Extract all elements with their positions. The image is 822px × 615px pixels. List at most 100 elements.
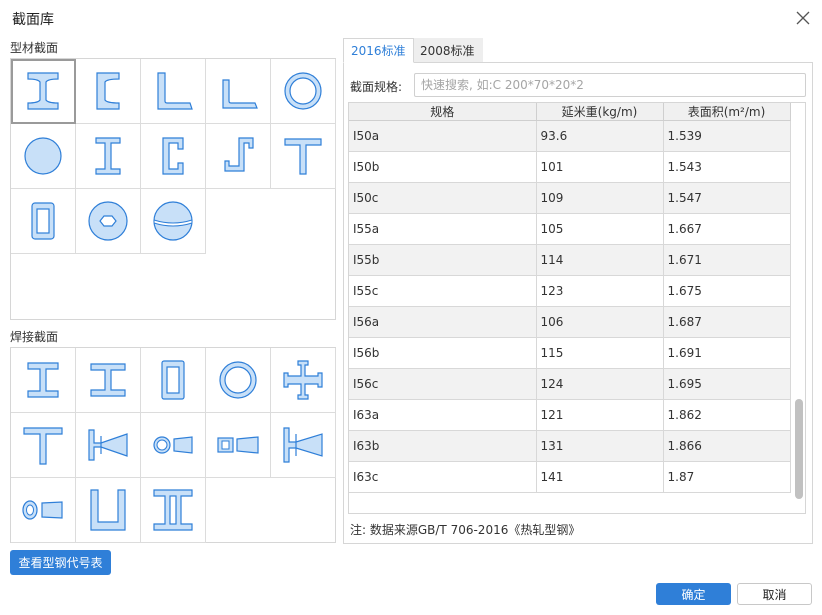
welded-cell-cross[interactable]: [271, 348, 336, 413]
table-row[interactable]: I63a 121 1.862: [349, 399, 791, 431]
table-row[interactable]: I55c 123 1.675: [349, 275, 791, 307]
table-scrollbar[interactable]: [793, 103, 803, 513]
channel-icon: [96, 72, 120, 110]
cell-weight: 114: [536, 244, 664, 276]
welded-cell-t[interactable]: [11, 413, 76, 478]
table-row[interactable]: I55a 105 1.667: [349, 213, 791, 245]
profile-cell-unequal-angle[interactable]: [206, 59, 271, 124]
welded-cell-u-section[interactable]: [76, 478, 141, 543]
cell-spec: I50b: [349, 151, 537, 183]
table-row[interactable]: I56a 106 1.687: [349, 306, 791, 338]
tab-2008-standard[interactable]: 2008标准: [412, 38, 483, 63]
profile-cell-channel[interactable]: [76, 59, 141, 124]
profiles-section-label: 型材截面: [10, 41, 59, 55]
cell-area: 1.667: [663, 213, 791, 245]
equal-angle-icon: [157, 72, 193, 110]
close-icon[interactable]: [796, 11, 810, 25]
cell-weight: 106: [536, 306, 664, 338]
table-row[interactable]: I63b 131 1.866: [349, 430, 791, 462]
i-beam-icon: [27, 72, 59, 110]
profile-cell-rect-tube[interactable]: [11, 189, 76, 254]
cell-area: 1.687: [663, 306, 791, 338]
welded-cell-ring[interactable]: [206, 348, 271, 413]
welded-box-icon: [161, 360, 185, 400]
tapered-i-icon: [88, 429, 128, 461]
welded-cell-tapered-i[interactable]: [76, 413, 141, 478]
welded-i-icon: [27, 362, 59, 398]
cell-area: 1.675: [663, 275, 791, 307]
profile-cell-hex-hole-disc[interactable]: [76, 189, 141, 254]
cell-spec: I55a: [349, 213, 537, 245]
cell-area: 1.866: [663, 430, 791, 462]
c-channel-icon: [162, 137, 184, 175]
profile-cell-h-beam[interactable]: [76, 124, 141, 189]
tab-2016-standard[interactable]: 2016标准: [343, 38, 414, 63]
cell-weight: 131: [536, 430, 664, 462]
cell-weight: 141: [536, 461, 664, 493]
cell-area: 1.87: [663, 461, 791, 493]
welded-t-icon: [23, 427, 63, 465]
profiles-grid: [10, 58, 336, 320]
welded-ring-icon: [219, 361, 257, 399]
cell-weight: 101: [536, 151, 664, 183]
table-row[interactable]: I56c 124 1.695: [349, 368, 791, 400]
welded-cell-tapered-round[interactable]: [141, 413, 206, 478]
profile-cell-z-section[interactable]: [206, 124, 271, 189]
welded-grid: [10, 347, 336, 543]
h-beam-icon: [95, 137, 121, 175]
cell-spec: I56a: [349, 306, 537, 338]
header-area[interactable]: 表面积(m²/m): [663, 103, 791, 121]
cell-area: 1.543: [663, 151, 791, 183]
welded-cell-double-channel[interactable]: [141, 478, 206, 543]
table-row[interactable]: I50b 101 1.543: [349, 151, 791, 183]
ok-button[interactable]: 确定: [656, 583, 731, 605]
welded-cell-i[interactable]: [11, 348, 76, 413]
welded-cell-box[interactable]: [141, 348, 206, 413]
table-row[interactable]: I50c 109 1.547: [349, 182, 791, 214]
unequal-angle-icon: [222, 79, 258, 109]
profile-cell-equal-angle[interactable]: [141, 59, 206, 124]
dialog-title: 截面库: [12, 12, 54, 28]
cell-weight: 115: [536, 337, 664, 369]
hex-hole-disc-icon: [88, 201, 128, 241]
table-row[interactable]: I50a 93.6 1.539: [349, 120, 791, 152]
cell-weight: 121: [536, 399, 664, 431]
welded-cell-tapered-h[interactable]: [271, 413, 336, 478]
tapered-h-icon: [283, 427, 323, 463]
welded-cell-tapered-ellipse[interactable]: [11, 478, 76, 543]
profile-cell-c-channel[interactable]: [141, 124, 206, 189]
profile-cell-round-tube[interactable]: [271, 59, 336, 124]
round-tube-icon: [284, 72, 322, 110]
table-row[interactable]: I63c 141 1.87: [349, 461, 791, 493]
data-source-note: 注: 数据来源GB/T 706-2016《热轧型钢》: [350, 523, 581, 537]
profile-cell-solid-circle[interactable]: [11, 124, 76, 189]
welded-cell-tapered-box[interactable]: [206, 413, 271, 478]
cell-spec: I56c: [349, 368, 537, 400]
profile-cell-i-beam[interactable]: [11, 59, 76, 124]
tapered-round-icon: [153, 436, 193, 454]
profile-cell-split-sphere[interactable]: [141, 189, 206, 254]
cancel-button[interactable]: 取消: [737, 583, 812, 605]
cell-area: 1.539: [663, 120, 791, 152]
table-row[interactable]: I56b 115 1.691: [349, 337, 791, 369]
u-section-icon: [90, 489, 126, 531]
profile-cell-t-section[interactable]: [271, 124, 336, 189]
cell-spec: I55c: [349, 275, 537, 307]
table-row[interactable]: I55b 114 1.671: [349, 244, 791, 276]
cell-weight: 105: [536, 213, 664, 245]
cell-area: 1.862: [663, 399, 791, 431]
cell-weight: 124: [536, 368, 664, 400]
tapered-ellipse-icon: [22, 500, 63, 520]
cell-area: 1.671: [663, 244, 791, 276]
view-codes-button[interactable]: 查看型钢代号表: [10, 550, 111, 575]
welded-h-icon: [90, 363, 126, 397]
z-section-icon: [224, 137, 254, 172]
scrollbar-thumb[interactable]: [795, 399, 803, 499]
cell-spec: I50a: [349, 120, 537, 152]
welded-cell-h[interactable]: [76, 348, 141, 413]
cell-weight: 93.6: [536, 120, 664, 152]
search-input[interactable]: [414, 73, 806, 97]
header-spec[interactable]: 规格: [349, 103, 537, 121]
header-weight[interactable]: 延米重(kg/m): [536, 103, 664, 121]
standard-panel: 截面规格: 规格 延米重(kg/m) 表面积(m²/m) I50a93.61.5…: [343, 62, 813, 544]
